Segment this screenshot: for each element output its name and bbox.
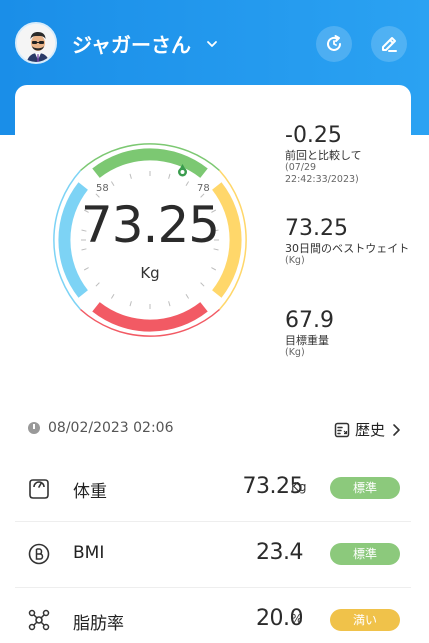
chevron-down-icon[interactable] [204,36,220,52]
metric-row-weight[interactable]: 体重 73.25 Kg 標準 [15,456,411,522]
metric-name: 脂肪率 [73,614,124,634]
avatar[interactable] [15,22,57,64]
current-weight-unit: Kg [140,264,160,282]
sync-button[interactable] [316,26,352,62]
stat-value: -0.25 [285,123,342,148]
gauge-arc-red [92,302,208,332]
sync-icon [327,35,341,51]
username[interactable]: ジャガーさん [72,29,191,58]
stat-label: 目標重量 [285,334,329,347]
stat-sub: (Kg) [285,347,305,358]
edit-icon [382,37,397,52]
history-icon [334,422,350,437]
clock-icon [28,422,40,434]
status-badge: 満い [330,609,400,631]
metric-value: 23.4 [256,540,303,565]
stat-value: 73.25 [285,216,348,241]
status-badge: 標準 [330,543,400,565]
gauge-low-label: 58 [96,183,109,194]
stat-sub: (07/29 [285,162,317,173]
bmi-icon [28,543,50,565]
metric-name: BMI [73,543,105,563]
weight-icon [29,479,49,499]
stat-target-weight: 67.9 目標重量 (Kg) [285,308,334,359]
measurement-datetime: 08/02/2023 02:06 [28,420,174,436]
stat-value: 67.9 [285,308,334,333]
stat-label: 30日間のベストウェイト [285,242,410,255]
stat-compare-previous: -0.25 前回と比較して (07/29 22:42:33/2023) [285,123,362,186]
stat-sub: (Kg) [285,255,305,266]
current-weight-value: 73.25 [80,196,220,254]
datetime-text: 08/02/2023 02:06 [48,420,174,436]
history-link[interactable]: 歴史 [333,419,403,440]
metric-row-body-fat[interactable]: 脂肪率 20.0 % 満い [15,588,411,643]
metric-unit: Kg [291,480,307,494]
metric-unit: % [291,612,303,626]
body-fat-icon [28,609,50,631]
gauge-high-label: 78 [197,183,210,194]
stat-sub: 22:42:33/2023) [285,174,359,185]
chevron-right-icon [393,423,400,436]
metric-row-bmi[interactable]: BMI 23.4 標準 [15,522,411,588]
edit-button[interactable] [371,26,407,62]
metric-name: 体重 [73,482,107,502]
stat-label: 前回と比較して [285,149,362,162]
history-label: 歴史 [355,421,386,439]
stat-best-weight: 73.25 30日間のベストウェイト (Kg) [285,216,409,267]
gauge-arc-green [92,148,208,178]
status-badge: 標準 [330,477,400,499]
